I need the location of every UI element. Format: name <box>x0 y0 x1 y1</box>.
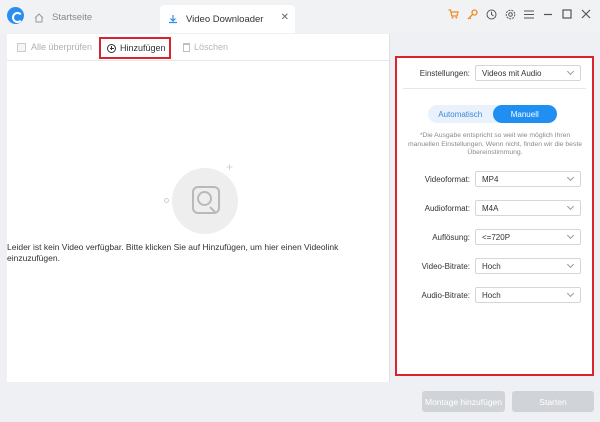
plus-icon: + <box>226 160 234 174</box>
menu-icon[interactable] <box>523 8 535 20</box>
add-circle-icon <box>107 43 116 53</box>
settings-panel: Einstellungen: Videos mit Audio Automati… <box>395 56 594 376</box>
delete-label: Löschen <box>194 42 229 52</box>
audio-bitrate-select[interactable]: Hoch <box>475 287 581 303</box>
audio-format-value: M4A <box>482 203 499 213</box>
resolution-select[interactable]: <=720P <box>475 229 581 245</box>
chevron-down-icon <box>566 67 575 76</box>
close-icon[interactable] <box>580 8 592 20</box>
mode-manual-button[interactable]: Manuell <box>492 105 557 123</box>
chevron-down-icon <box>566 231 575 240</box>
close-tab-icon[interactable]: ✕ <box>281 12 289 23</box>
settings-row: Einstellungen: Videos mit Audio <box>397 64 592 82</box>
video-bitrate-row: Video-Bitrate: Hoch <box>397 257 592 275</box>
add-label: Hinzufügen <box>120 43 166 53</box>
chevron-down-icon <box>566 260 575 269</box>
mode-toggle: Automatisch Manuell <box>428 105 557 123</box>
magnifier-icon <box>197 191 212 206</box>
add-button[interactable]: Hinzufügen <box>99 37 171 59</box>
settings-note: *Die Ausgabe entspricht so weit wie mögl… <box>407 132 583 156</box>
resolution-row: Auflösung: <=720P <box>397 228 592 246</box>
cart-icon[interactable] <box>447 8 459 20</box>
audio-bitrate-label: Audio-Bitrate: <box>421 290 470 300</box>
window-controls <box>447 8 592 20</box>
list-toolbar: Alle überprüfen Hinzufügen Löschen <box>7 34 389 61</box>
dot-decoration <box>164 198 169 203</box>
empty-state-illustration: + <box>164 160 244 240</box>
video-list-panel: Alle überprüfen Hinzufügen Löschen + Lei… <box>7 34 390 382</box>
audio-format-label: Audioformat: <box>424 203 470 213</box>
empty-state-message: Leider ist kein Video verfügbar. Bitte k… <box>7 242 339 263</box>
key-icon[interactable] <box>466 8 478 20</box>
audio-format-row: Audioformat: M4A <box>397 199 592 217</box>
home-icon <box>34 12 44 22</box>
tab-video-downloader[interactable]: Video Downloader ✕ <box>160 5 295 33</box>
select-all-label: Alle überprüfen <box>31 42 93 52</box>
video-bitrate-label: Video-Bitrate: <box>421 261 470 271</box>
video-bitrate-select[interactable]: Hoch <box>475 258 581 274</box>
select-all-checkbox[interactable]: Alle überprüfen <box>17 42 92 52</box>
tab-startseite[interactable]: Startseite <box>30 5 150 29</box>
video-format-row: Videoformat: MP4 <box>397 170 592 188</box>
title-bar: Startseite Video Downloader ✕ <box>0 0 600 33</box>
video-bitrate-value: Hoch <box>482 261 501 271</box>
tab-label: Startseite <box>52 11 93 23</box>
settings-select[interactable]: Videos mit Audio <box>475 65 581 81</box>
maximize-icon[interactable] <box>561 8 573 20</box>
video-format-select[interactable]: MP4 <box>475 171 581 187</box>
resolution-value: <=720P <box>482 232 511 242</box>
audio-bitrate-row: Audio-Bitrate: Hoch <box>397 286 592 304</box>
chevron-down-icon <box>566 289 575 298</box>
settings-label: Einstellungen: <box>419 68 470 78</box>
chevron-down-icon <box>566 173 575 182</box>
audio-format-select[interactable]: M4A <box>475 200 581 216</box>
history-icon[interactable] <box>485 8 497 20</box>
settings-value: Videos mit Audio <box>482 68 542 78</box>
settings-icon[interactable] <box>504 8 516 20</box>
checkbox-icon <box>17 42 26 52</box>
app-logo-icon <box>7 7 24 24</box>
chevron-down-icon <box>566 202 575 211</box>
video-format-value: MP4 <box>482 174 499 184</box>
video-format-label: Videoformat: <box>424 174 470 184</box>
delete-button[interactable]: Löschen <box>183 42 228 52</box>
add-montage-button[interactable]: Montage hinzufügen <box>422 391 505 412</box>
mode-auto-button[interactable]: Automatisch <box>428 105 493 123</box>
download-icon <box>168 14 178 24</box>
minimize-icon[interactable] <box>542 8 554 20</box>
tab-label: Video Downloader <box>186 13 264 25</box>
audio-bitrate-value: Hoch <box>482 290 501 300</box>
start-button[interactable]: Starten <box>512 391 594 412</box>
trash-icon <box>183 42 190 52</box>
resolution-label: Auflösung: <box>432 232 470 242</box>
divider <box>403 88 586 89</box>
